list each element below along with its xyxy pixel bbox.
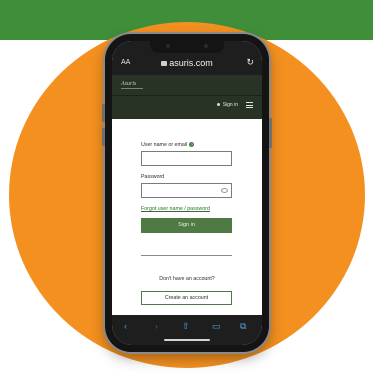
reload-icon[interactable]: ↻ (246, 57, 254, 68)
sign-in-button[interactable]: Sign in (141, 218, 232, 233)
asuris-logo[interactable]: Asuris (121, 81, 136, 87)
home-indicator (164, 339, 210, 341)
browser-toolbar: ‹ › ⇧ ▭ ⧉ (112, 315, 262, 345)
forward-icon[interactable]: › (155, 321, 158, 331)
password-input[interactable] (141, 183, 232, 198)
username-label-text: User name or email (141, 142, 188, 148)
camera-dot (204, 44, 208, 48)
phone-side-button (102, 104, 105, 122)
phone-power-button (269, 118, 272, 148)
forgot-credentials-link[interactable]: Forgot user name / password (141, 206, 210, 212)
phone-screen: AA asuris.com ↻ Asuris Sign in User name… (112, 41, 262, 345)
username-input[interactable] (141, 151, 232, 166)
create-account-button[interactable]: Create an account (141, 291, 232, 305)
tabs-icon[interactable]: ⧉ (240, 321, 246, 332)
login-form: User name or email? Password Forgot user… (112, 119, 262, 315)
header-divider (112, 95, 262, 96)
bookmarks-icon[interactable]: ▭ (212, 321, 221, 332)
logo-underline (121, 88, 143, 89)
lock-icon (161, 61, 168, 66)
phone-side-button (102, 128, 105, 146)
username-label: User name or email? (141, 142, 195, 148)
camera-dot (166, 44, 170, 48)
share-icon[interactable]: ⇧ (182, 321, 190, 332)
show-password-eye-icon[interactable] (221, 188, 228, 193)
password-label: Password (141, 174, 165, 180)
url-field[interactable]: asuris.com (112, 58, 262, 68)
no-account-text: Don't have an account? (159, 276, 215, 282)
help-icon[interactable]: ? (189, 142, 195, 148)
hamburger-menu-icon[interactable] (246, 102, 253, 108)
form-divider (141, 255, 232, 256)
phone-notch (150, 41, 224, 53)
url-text: asuris.com (169, 58, 213, 68)
back-icon[interactable]: ‹ (124, 321, 127, 331)
phone-frame: AA asuris.com ↻ Asuris Sign in User name… (102, 34, 272, 352)
header-sign-in-link[interactable]: Sign in (217, 102, 238, 108)
site-header: Asuris Sign in (112, 75, 262, 119)
